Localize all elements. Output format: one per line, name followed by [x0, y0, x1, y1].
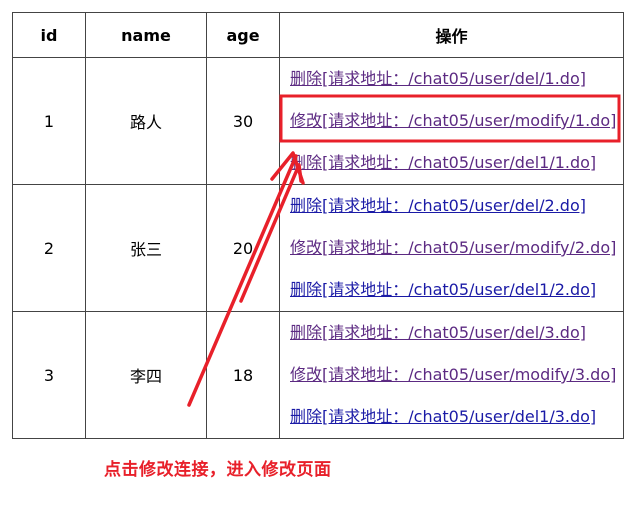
link-url-text: [请求地址：/chat05/user/del/1.do]	[322, 69, 586, 88]
table-row: 3 李四 18 删除[请求地址：/chat05/user/del/3.do] 修…	[12, 311, 624, 439]
delete1-link[interactable]: 删除[请求地址：/chat05/user/del1/3.do]	[290, 396, 623, 438]
link-label: 删除	[290, 153, 323, 172]
link-url-text: [请求地址：/chat05/user/modify/1.do]	[322, 111, 617, 130]
cell-id: 3	[12, 311, 86, 439]
link-label: 修改	[290, 365, 323, 384]
link-url-text: [请求地址：/chat05/user/modify/2.do]	[322, 238, 617, 257]
users-table: id name age 操作 1 路人 30 删除[请求地址：/chat05/u…	[12, 12, 624, 439]
cell-actions: 删除[请求地址：/chat05/user/del/3.do] 修改[请求地址：/…	[279, 311, 624, 439]
delete-link[interactable]: 删除[请求地址：/chat05/user/del/3.do]	[290, 312, 623, 354]
link-url-text: [请求地址：/chat05/user/del/2.do]	[322, 196, 586, 215]
link-url-text: [请求地址：/chat05/user/modify/3.do]	[322, 365, 617, 384]
cell-id: 1	[12, 57, 86, 185]
link-url-text: [请求地址：/chat05/user/del1/3.do]	[322, 407, 597, 426]
modify-link[interactable]: 修改[请求地址：/chat05/user/modify/3.do]	[290, 354, 623, 396]
cell-age: 18	[206, 311, 280, 439]
annotation-note: 点击修改连接，进入修改页面	[104, 460, 332, 480]
cell-id: 2	[12, 184, 86, 312]
modify-link[interactable]: 修改[请求地址：/chat05/user/modify/1.do]	[290, 100, 623, 142]
delete-link[interactable]: 删除[请求地址：/chat05/user/del/1.do]	[290, 58, 623, 100]
cell-age: 20	[206, 184, 280, 312]
table-row: 2 张三 20 删除[请求地址：/chat05/user/del/2.do] 修…	[12, 184, 624, 312]
header-actions: 操作	[279, 12, 624, 58]
cell-name: 李四	[85, 311, 207, 439]
link-label: 删除	[290, 280, 323, 299]
cell-actions: 删除[请求地址：/chat05/user/del/1.do] 修改[请求地址：/…	[279, 57, 624, 185]
delete1-link[interactable]: 删除[请求地址：/chat05/user/del1/2.do]	[290, 269, 623, 311]
delete1-link[interactable]: 删除[请求地址：/chat05/user/del1/1.do]	[290, 142, 623, 184]
link-label: 修改	[290, 111, 323, 130]
cell-age: 30	[206, 57, 280, 185]
link-label: 删除	[290, 323, 323, 342]
cell-name: 张三	[85, 184, 207, 312]
link-url-text: [请求地址：/chat05/user/del/3.do]	[322, 323, 586, 342]
table-header-row: id name age 操作	[12, 12, 624, 58]
header-age: age	[206, 12, 280, 58]
header-name: name	[85, 12, 207, 58]
delete-link[interactable]: 删除[请求地址：/chat05/user/del/2.do]	[290, 185, 623, 227]
link-url-text: [请求地址：/chat05/user/del1/2.do]	[322, 280, 597, 299]
table-row: 1 路人 30 删除[请求地址：/chat05/user/del/1.do] 修…	[12, 57, 624, 185]
header-id: id	[12, 12, 86, 58]
cell-actions: 删除[请求地址：/chat05/user/del/2.do] 修改[请求地址：/…	[279, 184, 624, 312]
modify-link[interactable]: 修改[请求地址：/chat05/user/modify/2.do]	[290, 227, 623, 269]
link-url-text: [请求地址：/chat05/user/del1/1.do]	[322, 153, 597, 172]
link-label: 修改	[290, 238, 323, 257]
link-label: 删除	[290, 196, 323, 215]
link-label: 删除	[290, 69, 323, 88]
cell-name: 路人	[85, 57, 207, 185]
link-label: 删除	[290, 407, 323, 426]
